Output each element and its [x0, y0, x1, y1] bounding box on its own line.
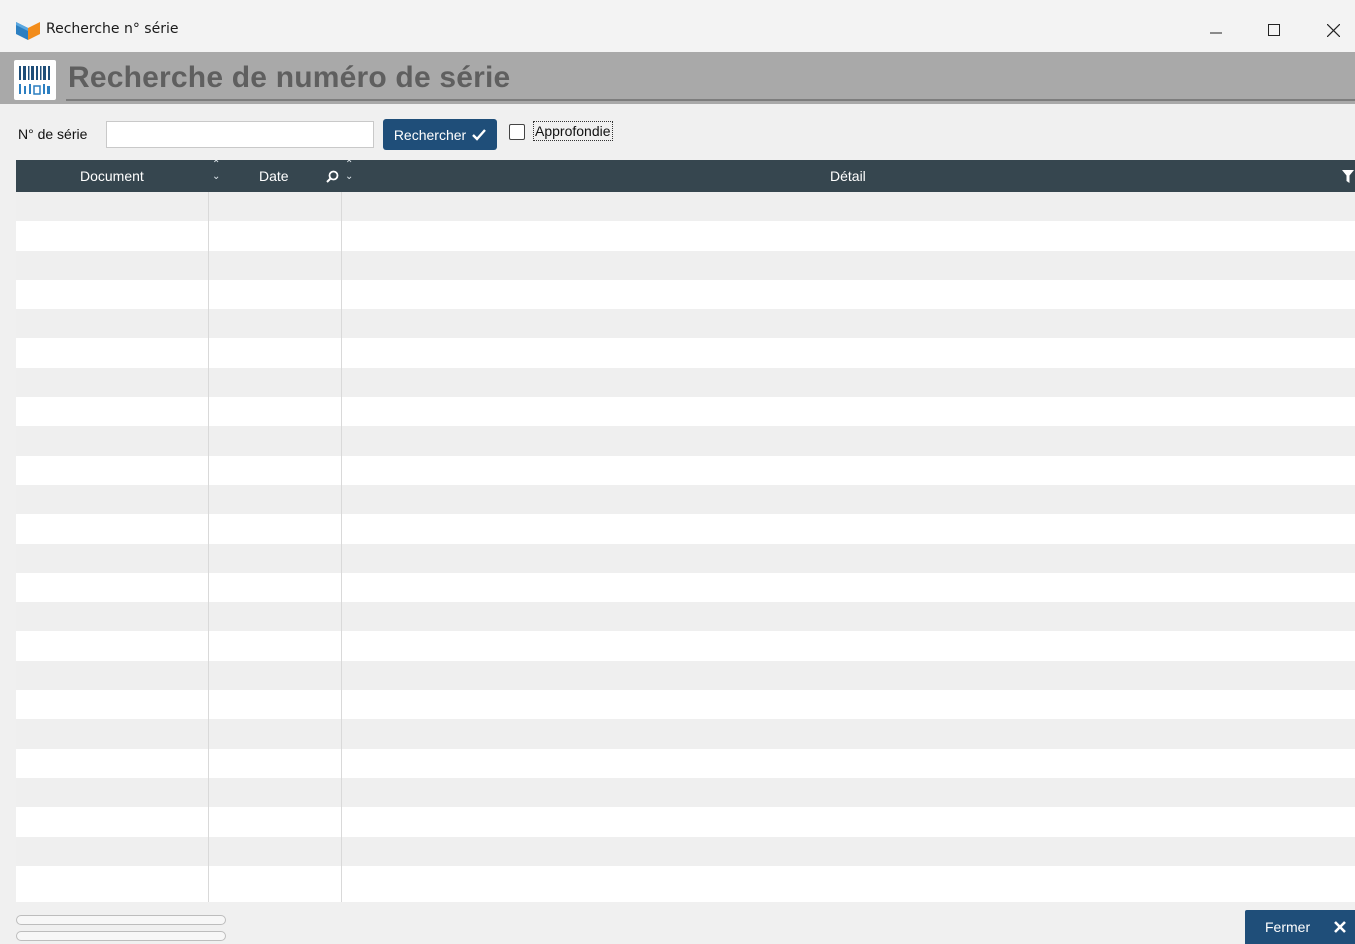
- close-button-label: Fermer: [1265, 919, 1311, 935]
- table-row[interactable]: [16, 484, 1355, 515]
- table-row[interactable]: [16, 338, 1355, 368]
- results-table: Document ⌃ ⌄ Date ⌃ ⌄ Détail: [16, 160, 1355, 902]
- checkmark-icon: [472, 128, 487, 141]
- table-row[interactable]: [16, 367, 1355, 398]
- filter-icon[interactable]: [1342, 170, 1354, 183]
- sort-icon[interactable]: ⌃ ⌄: [345, 160, 353, 183]
- window-close-button[interactable]: [1310, 14, 1355, 46]
- window-title: Recherche n° série: [46, 21, 179, 37]
- search-button[interactable]: Rechercher: [383, 119, 497, 150]
- table-row[interactable]: [16, 309, 1355, 339]
- close-button[interactable]: Fermer: [1245, 910, 1355, 944]
- table-row[interactable]: [16, 221, 1355, 251]
- table-body: [16, 192, 1355, 902]
- title-bar: Recherche n° série: [0, 0, 1355, 53]
- table-row[interactable]: [16, 397, 1355, 427]
- maximize-button[interactable]: [1251, 14, 1297, 46]
- table-row[interactable]: [16, 748, 1355, 778]
- page-header: Recherche de numéro de série: [0, 52, 1355, 104]
- maximize-icon: [1268, 24, 1280, 36]
- close-icon: [1334, 921, 1346, 933]
- table-row[interactable]: [16, 631, 1355, 661]
- search-button-label: Rechercher: [393, 126, 467, 143]
- column-header-detail[interactable]: Détail: [830, 160, 866, 192]
- search-icon[interactable]: [326, 170, 339, 183]
- table-row[interactable]: [16, 192, 1355, 222]
- deep-search-label[interactable]: Approfondie: [533, 121, 613, 141]
- table-row[interactable]: [16, 543, 1355, 573]
- deep-search-checkbox[interactable]: [509, 124, 525, 140]
- barcode-icon: [14, 60, 56, 100]
- close-icon: [1326, 23, 1340, 37]
- table-row[interactable]: [16, 865, 1355, 896]
- table-row[interactable]: [16, 455, 1355, 485]
- table-row[interactable]: [16, 572, 1355, 603]
- horizontal-scrollbar[interactable]: [16, 915, 226, 925]
- minimize-button[interactable]: [1193, 14, 1239, 46]
- serial-number-label: N° de série: [18, 126, 88, 142]
- app-logo-icon: [16, 22, 40, 40]
- table-row[interactable]: [16, 602, 1355, 632]
- table-row[interactable]: [16, 250, 1355, 280]
- column-divider: [208, 192, 209, 902]
- header-divider: [66, 99, 1355, 101]
- table-row[interactable]: [16, 426, 1355, 456]
- table-row[interactable]: [16, 807, 1355, 837]
- table-row[interactable]: [16, 279, 1355, 310]
- table-row[interactable]: [16, 514, 1355, 544]
- minimize-icon: [1210, 32, 1222, 34]
- table-row[interactable]: [16, 777, 1355, 808]
- sort-icon[interactable]: ⌃ ⌄: [212, 160, 220, 183]
- column-header-document[interactable]: Document: [80, 160, 144, 192]
- horizontal-scrollbar[interactable]: [16, 931, 226, 941]
- page-title: Recherche de numéro de série: [68, 61, 511, 94]
- table-row[interactable]: [16, 660, 1355, 691]
- table-row[interactable]: [16, 719, 1355, 749]
- column-divider: [341, 192, 342, 902]
- table-row[interactable]: [16, 836, 1355, 866]
- serial-number-input[interactable]: [106, 121, 374, 148]
- table-row[interactable]: [16, 690, 1355, 720]
- table-header: Document ⌃ ⌄ Date ⌃ ⌄ Détail: [16, 160, 1355, 192]
- column-header-date[interactable]: Date: [259, 160, 289, 192]
